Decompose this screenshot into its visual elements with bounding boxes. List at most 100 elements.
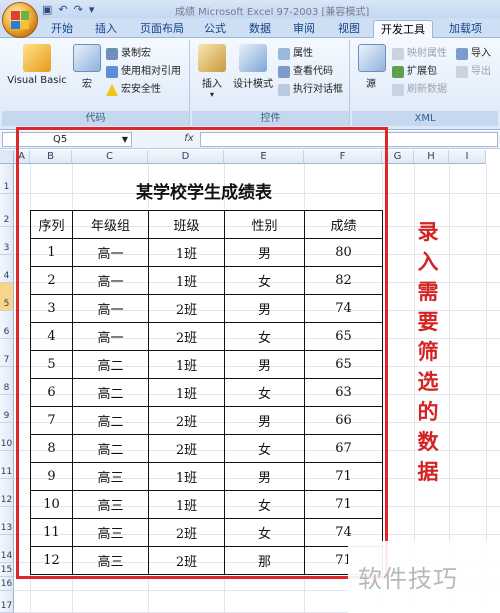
row-header-14[interactable]: 14 — [0, 535, 14, 563]
table-cell[interactable]: 2班 — [148, 546, 225, 575]
table-cell[interactable]: 高一 — [72, 266, 149, 295]
row-header-17[interactable]: 17 — [0, 591, 14, 613]
table-cell[interactable]: 男 — [224, 294, 305, 323]
tab-view[interactable]: 视图 — [331, 20, 367, 38]
table-cell[interactable]: 2班 — [148, 518, 225, 547]
table-cell[interactable]: 高二 — [72, 434, 149, 463]
table-cell[interactable]: 高三 — [72, 462, 149, 491]
table-cell[interactable]: 1班 — [148, 378, 225, 407]
tab-developer[interactable]: 开发工具 — [373, 20, 433, 38]
column-heading[interactable]: 班级 — [148, 210, 225, 239]
table-cell[interactable]: 9 — [30, 462, 73, 491]
tab-home[interactable]: 开始 — [44, 20, 80, 38]
row-header-10[interactable]: 10 — [0, 423, 14, 451]
row-header-1[interactable]: 1 — [0, 164, 14, 194]
row-header-11[interactable]: 11 — [0, 451, 14, 479]
table-cell[interactable]: 8 — [30, 434, 73, 463]
insert-control-button[interactable]: 插入 ▾ — [196, 44, 228, 99]
row-header-8[interactable]: 8 — [0, 367, 14, 395]
column-header-g[interactable]: G — [382, 150, 414, 164]
tab-addins[interactable]: 加载项 — [442, 20, 489, 38]
table-cell[interactable]: 66 — [304, 406, 383, 435]
table-cell[interactable]: 女 — [224, 378, 305, 407]
table-cell[interactable]: 高三 — [72, 518, 149, 547]
row-header-6[interactable]: 6 — [0, 311, 14, 339]
record-macro-button[interactable]: 录制宏 — [106, 46, 151, 62]
row-header-5[interactable]: 5 — [0, 283, 14, 311]
table-cell[interactable]: 10 — [30, 490, 73, 519]
export-button[interactable]: 导出 — [456, 64, 491, 80]
tab-insert[interactable]: 插入 — [88, 20, 124, 38]
table-cell[interactable]: 2班 — [148, 294, 225, 323]
column-heading[interactable]: 成绩 — [304, 210, 383, 239]
table-cell[interactable]: 4 — [30, 322, 73, 351]
table-cell[interactable]: 高二 — [72, 378, 149, 407]
table-cell[interactable]: 高一 — [72, 322, 149, 351]
table-cell[interactable]: 1班 — [148, 490, 225, 519]
table-cell[interactable]: 65 — [304, 322, 383, 351]
visual-basic-button[interactable]: Visual Basic — [6, 44, 68, 86]
table-cell[interactable]: 高三 — [72, 546, 149, 575]
column-heading[interactable]: 性别 — [224, 210, 305, 239]
table-cell[interactable]: 2班 — [148, 406, 225, 435]
column-header-i[interactable]: I — [449, 150, 486, 164]
table-cell[interactable]: 高二 — [72, 350, 149, 379]
table-cell[interactable]: 女 — [224, 322, 305, 351]
table-cell[interactable]: 高二 — [72, 406, 149, 435]
tab-data[interactable]: 数据 — [242, 20, 278, 38]
table-cell[interactable]: 3 — [30, 294, 73, 323]
macro-security-button[interactable]: 宏安全性 — [106, 82, 161, 98]
column-heading[interactable]: 序列 — [30, 210, 73, 239]
column-header-e[interactable]: E — [224, 150, 304, 164]
office-button[interactable] — [2, 2, 38, 38]
name-box[interactable]: Q5 ▼ — [2, 132, 132, 147]
table-cell[interactable]: 高一 — [72, 294, 149, 323]
table-cell[interactable]: 男 — [224, 406, 305, 435]
row-header-3[interactable]: 3 — [0, 227, 14, 255]
table-cell[interactable]: 65 — [304, 350, 383, 379]
table-cell[interactable]: 女 — [224, 518, 305, 547]
table-cell[interactable]: 2班 — [148, 434, 225, 463]
macros-button[interactable]: 宏 — [72, 44, 102, 90]
table-cell[interactable]: 74 — [304, 294, 383, 323]
table-cell[interactable]: 71 — [304, 490, 383, 519]
row-header-9[interactable]: 9 — [0, 395, 14, 423]
column-header-f[interactable]: F — [304, 150, 382, 164]
table-cell[interactable]: 5 — [30, 350, 73, 379]
row-header-7[interactable]: 7 — [0, 339, 14, 367]
table-cell[interactable]: 男 — [224, 238, 305, 267]
column-header-a[interactable]: A — [14, 150, 30, 164]
column-header-h[interactable]: H — [414, 150, 449, 164]
row-header-12[interactable]: 12 — [0, 479, 14, 507]
view-code-button[interactable]: 查看代码 — [278, 64, 333, 80]
table-cell[interactable]: 那 — [224, 546, 305, 575]
sheet-title[interactable]: 某学校学生成绩表 — [30, 178, 378, 203]
expansion-pack-button[interactable]: 扩展包 — [392, 64, 437, 80]
refresh-data-button[interactable]: 刷新数据 — [392, 82, 447, 98]
table-cell[interactable]: 男 — [224, 462, 305, 491]
function-icon[interactable]: fx — [180, 132, 198, 147]
table-cell[interactable]: 6 — [30, 378, 73, 407]
save-icon[interactable]: ▣ — [42, 3, 52, 16]
column-heading[interactable]: 年级组 — [72, 210, 149, 239]
table-cell[interactable]: 女 — [224, 434, 305, 463]
table-cell[interactable]: 71 — [304, 462, 383, 491]
table-cell[interactable]: 7 — [30, 406, 73, 435]
properties-button[interactable]: 属性 — [278, 46, 313, 62]
table-cell[interactable]: 女 — [224, 266, 305, 295]
formula-input[interactable] — [200, 132, 498, 147]
chevron-down-icon[interactable]: ▼ — [122, 133, 128, 146]
row-header-13[interactable]: 13 — [0, 507, 14, 535]
tab-review[interactable]: 审阅 — [286, 20, 322, 38]
table-cell[interactable]: 女 — [224, 490, 305, 519]
qat-dropdown-icon[interactable]: ▾ — [89, 3, 95, 16]
tab-page-layout[interactable]: 页面布局 — [133, 20, 191, 38]
import-button[interactable]: 导入 — [456, 46, 491, 62]
table-cell[interactable]: 80 — [304, 238, 383, 267]
table-cell[interactable]: 高三 — [72, 490, 149, 519]
select-all-corner[interactable] — [0, 150, 14, 164]
relative-reference-button[interactable]: 使用相对引用 — [106, 64, 181, 80]
table-cell[interactable]: 12 — [30, 546, 73, 575]
source-button[interactable]: 源 — [358, 44, 386, 90]
table-cell[interactable]: 1班 — [148, 462, 225, 491]
